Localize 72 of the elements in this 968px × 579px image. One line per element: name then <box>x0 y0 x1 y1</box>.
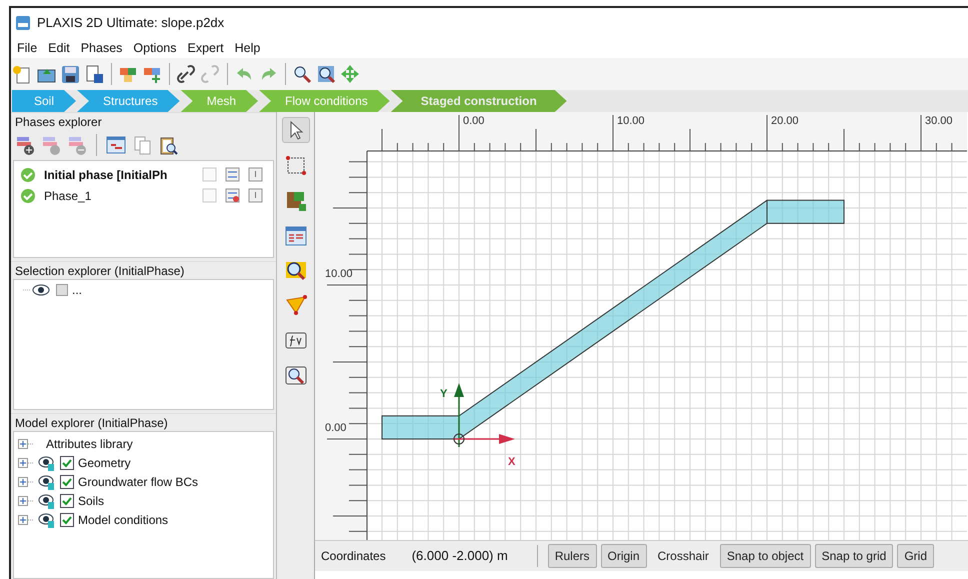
menu-item[interactable]: Expert <box>184 38 231 58</box>
phase-add-icon[interactable] <box>15 135 35 155</box>
expand-icon[interactable] <box>18 514 34 524</box>
ruler-label: 10.00 <box>325 268 353 280</box>
table-icon[interactable] <box>284 224 308 246</box>
check-icon <box>20 166 36 182</box>
settings-icon[interactable] <box>225 167 240 182</box>
toggle-button[interactable]: Origin <box>600 544 647 568</box>
toggle-button[interactable]: Crosshair <box>650 544 716 568</box>
menu-item[interactable]: Phases <box>76 38 130 58</box>
ruler-label: 10.00 <box>617 115 645 127</box>
axis-label: Y <box>440 388 448 400</box>
ruler-label: 20.00 <box>771 115 799 127</box>
panel-title: Phases explorer <box>11 112 276 130</box>
coordinates-value: (6.000 -2.000) m <box>412 547 508 566</box>
zoom-window-icon[interactable] <box>316 64 337 84</box>
info-icon[interactable] <box>248 167 263 182</box>
eye-icon[interactable] <box>38 474 56 490</box>
checkbox[interactable] <box>60 512 74 526</box>
expand-icon[interactable] <box>18 458 34 468</box>
save-icon[interactable] <box>60 64 81 84</box>
status-label: Coordinates <box>321 548 386 565</box>
selection-rectangle-icon[interactable] <box>284 154 308 176</box>
phase-window-icon[interactable] <box>106 135 126 155</box>
zoom-in-icon[interactable] <box>292 64 313 84</box>
tree-item[interactable]: Groundwater flow BCs <box>78 472 198 490</box>
menu-item[interactable]: Edit <box>44 38 77 58</box>
eye-icon[interactable] <box>38 492 56 508</box>
x-axis-arrow <box>453 434 515 444</box>
ruler-label: 0.00 <box>325 422 346 434</box>
triangle-points-icon[interactable] <box>284 294 308 316</box>
tree-item[interactable]: ... <box>72 280 82 298</box>
expand-icon[interactable] <box>18 476 34 486</box>
toggle-button[interactable]: Snap to object <box>720 544 811 568</box>
eye-icon[interactable] <box>38 454 56 470</box>
check-icon <box>20 188 36 204</box>
panel-title: Model explorer (InitialPhase) <box>11 413 276 431</box>
ruler-label: 0.00 <box>463 115 484 127</box>
toggle-button[interactable]: Grid <box>897 544 934 568</box>
window-title: PLAXIS 2D Ultimate: slope.p2dx <box>37 14 224 32</box>
expand-icon[interactable] <box>18 496 34 506</box>
menu-item[interactable]: Help <box>230 38 268 58</box>
link-icon[interactable] <box>176 64 197 84</box>
panel-title: Selection explorer (InitialPhase) <box>11 261 276 279</box>
checkbox[interactable] <box>60 474 74 488</box>
eye-icon[interactable] <box>38 512 56 528</box>
phase-name[interactable]: Initial phase [InitialPh <box>44 166 194 184</box>
tree-item[interactable]: Attributes library <box>46 434 133 452</box>
ruler-label: 30.00 <box>925 115 953 127</box>
tree-item[interactable]: Model conditions <box>78 510 168 528</box>
expand-icon[interactable] <box>18 438 34 448</box>
origin-icon <box>454 434 464 444</box>
tree-item[interactable]: Geometry <box>78 454 131 472</box>
settings-icon[interactable] <box>225 188 240 203</box>
y-axis-arrow <box>454 383 464 447</box>
clipboard-search-icon[interactable] <box>158 135 178 155</box>
tree-item[interactable]: Soils <box>78 492 104 510</box>
toggle-button[interactable]: Rulers <box>548 544 596 568</box>
menu-item[interactable]: File <box>13 38 44 58</box>
app-icon <box>15 15 31 31</box>
square-icon[interactable] <box>56 284 68 296</box>
zoom-view-icon[interactable] <box>284 364 308 386</box>
axis-label: X <box>508 456 516 468</box>
phase-name[interactable]: Phase_1 <box>44 186 194 204</box>
eye-icon[interactable] <box>22 282 52 296</box>
toggle-button[interactable]: Snap to grid <box>814 544 894 568</box>
menu-item[interactable]: Options <box>129 38 184 58</box>
zoom-icon[interactable] <box>284 259 308 281</box>
checkbox[interactable] <box>60 494 74 508</box>
info-icon[interactable] <box>248 188 263 203</box>
checkbox[interactable] <box>60 456 74 470</box>
document-info-icon[interactable] <box>84 64 105 84</box>
